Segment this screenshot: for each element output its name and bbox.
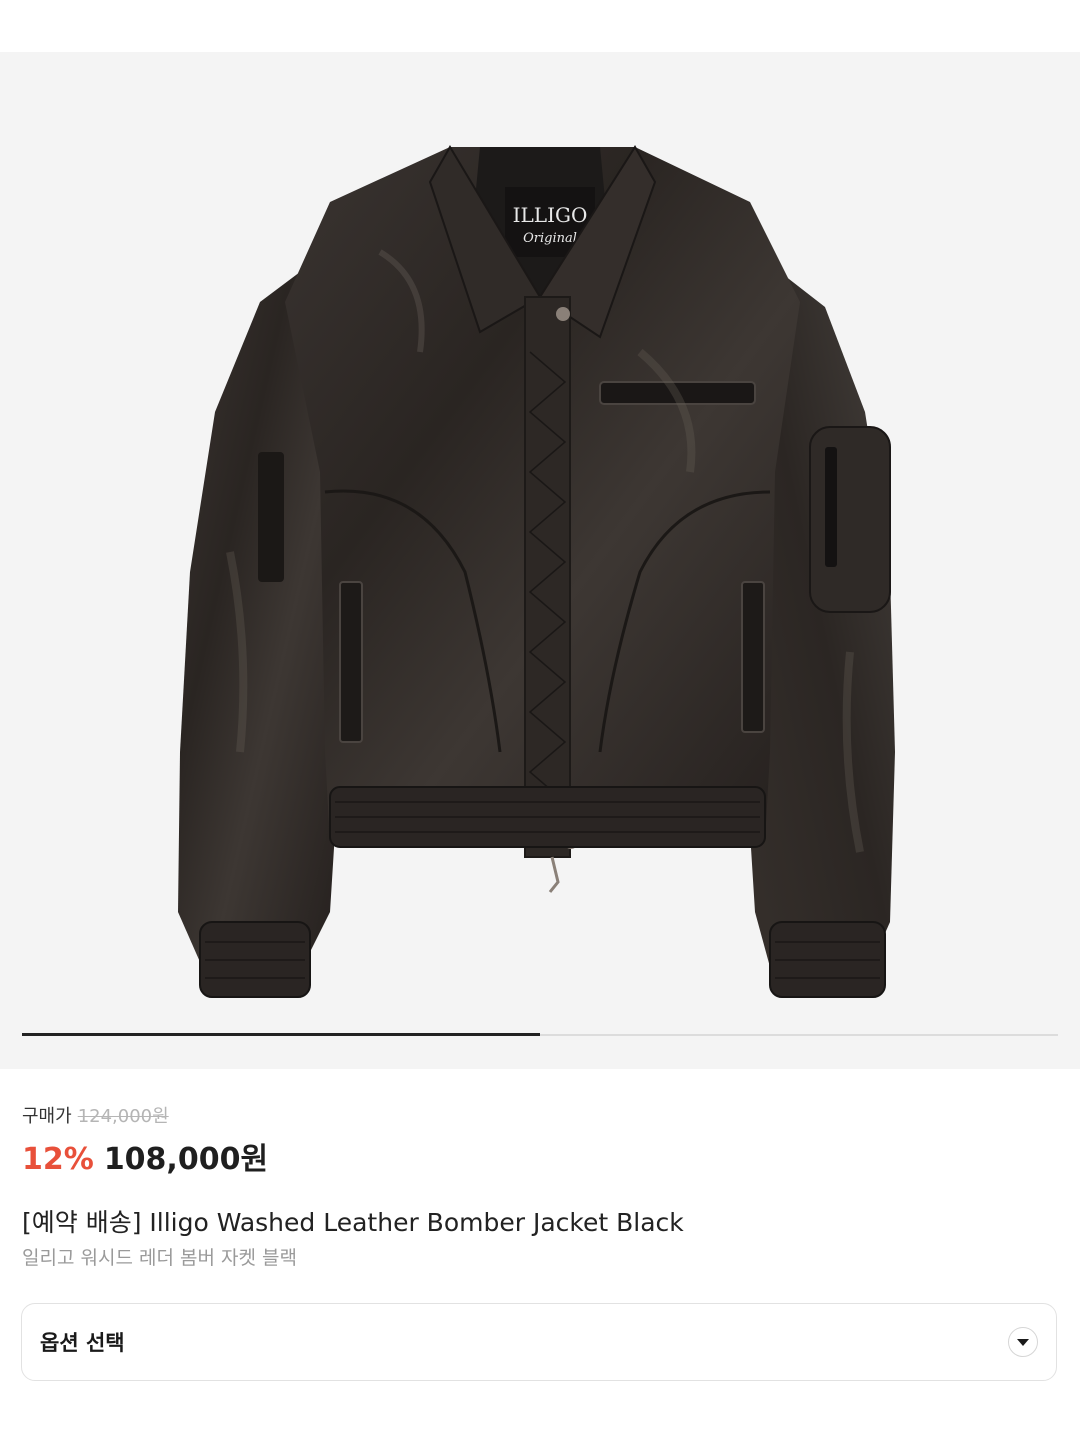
option-select[interactable]: 옵션 선택 — [21, 1303, 1057, 1381]
price-row-sale: 12% 108,000원 — [22, 1134, 268, 1178]
product-image-gallery[interactable]: ILLIGO Original — [0, 52, 1080, 1069]
gallery-progress-fill — [22, 1033, 540, 1036]
top-spacer — [0, 0, 1080, 52]
gallery-progress-bar — [22, 1033, 1058, 1036]
price-label: 구매가 — [22, 1106, 72, 1127]
price-row-original: 구매가 124,000원 — [22, 1102, 268, 1130]
brand-label-text: ILLIGO — [513, 203, 588, 227]
product-detail-page: ILLIGO Original 구매가 124,000원 12% 108,000… — [0, 0, 1080, 1440]
sale-price: 108,000원 — [103, 1142, 269, 1177]
product-title: [예약 배송] Illigo Washed Leather Bomber Jac… — [22, 1208, 684, 1237]
chevron-down-icon[interactable] — [1008, 1327, 1038, 1357]
brand-label-script: Original — [523, 231, 577, 246]
product-subtitle: 일리고 워시드 레더 봄버 자켓 블랙 — [22, 1247, 297, 1269]
discount-rate: 12% — [22, 1142, 94, 1177]
original-price: 124,000원 — [77, 1106, 169, 1127]
price-block: 구매가 124,000원 12% 108,000원 — [22, 1102, 268, 1178]
product-image[interactable]: ILLIGO Original — [0, 52, 1080, 1069]
option-select-label: 옵션 선택 — [40, 1331, 125, 1355]
